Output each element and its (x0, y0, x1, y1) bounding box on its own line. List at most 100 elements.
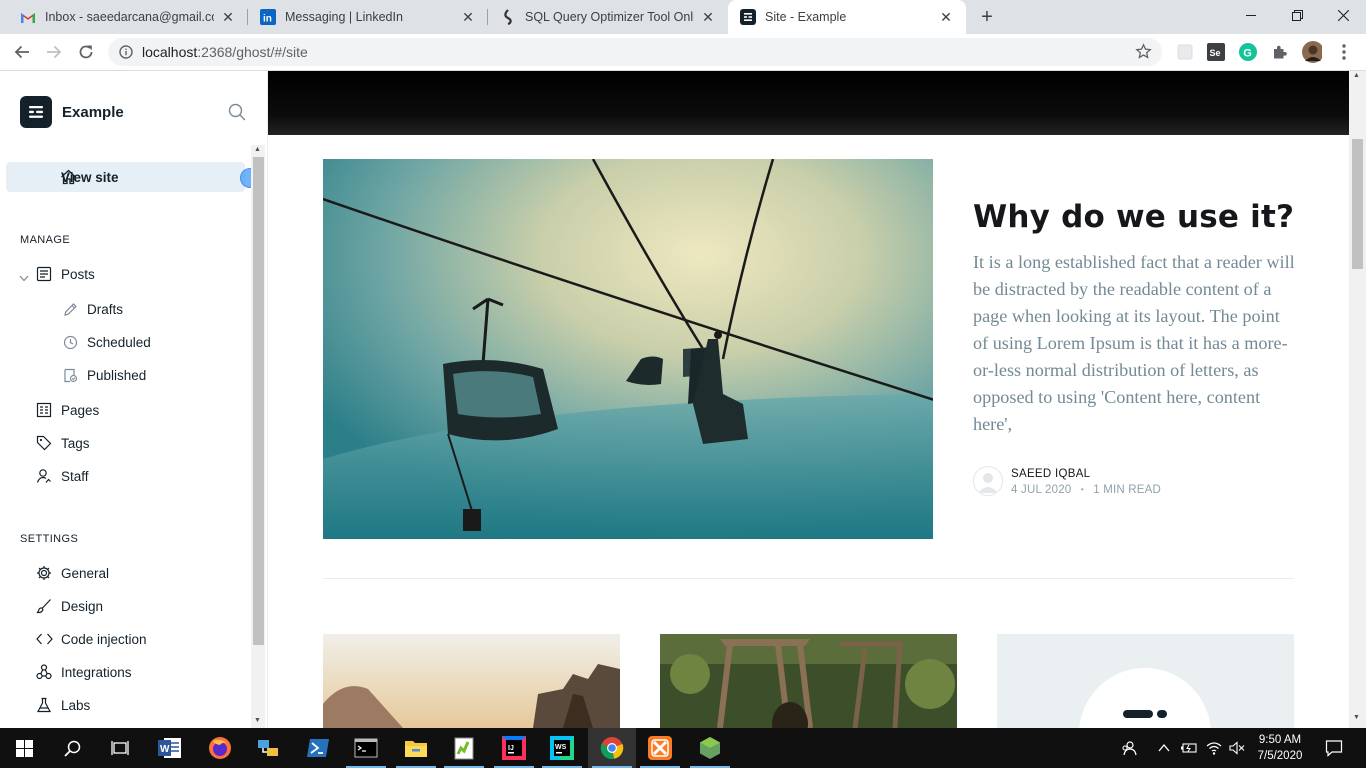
notepad-plus-plus-icon[interactable] (440, 728, 488, 768)
windows-start-icon[interactable] (0, 728, 48, 768)
staff-label: Staff (61, 468, 89, 484)
browser-menu-icon[interactable] (1334, 42, 1354, 62)
volume-muted-icon[interactable] (1226, 728, 1248, 768)
nav-staff[interactable]: Staff (35, 467, 89, 485)
word-icon[interactable]: W (146, 728, 194, 768)
people-icon[interactable] (1118, 728, 1140, 768)
grammarly-icon[interactable]: G (1238, 42, 1258, 62)
command-prompt-icon[interactable] (342, 728, 390, 768)
integrations-label: Integrations (61, 664, 132, 680)
nav-design[interactable]: Design (35, 597, 103, 615)
forward-icon[interactable] (41, 39, 67, 65)
selenium-extension-icon[interactable]: Se (1206, 42, 1226, 62)
drafts-label: Drafts (87, 301, 124, 317)
wifi-icon[interactable] (1203, 728, 1225, 768)
nav-drafts[interactable]: Drafts (61, 300, 123, 318)
post-date: 4 JUL 2020 (1011, 484, 1072, 496)
nodejs-icon[interactable] (686, 728, 734, 768)
author-name[interactable]: SAEED IQBAL (1011, 468, 1090, 480)
clock-date: 7/5/2020 (1257, 750, 1303, 762)
tab-site-example[interactable]: Site - Example ✕ (728, 0, 966, 34)
site-info-icon[interactable] (119, 45, 133, 64)
post-card-image[interactable] (323, 634, 620, 728)
nav-scheduled[interactable]: Scheduled (61, 333, 151, 351)
tab-title: SQL Query Optimizer Tool Online (525, 10, 694, 24)
svg-text:W: W (160, 744, 170, 755)
browser-tab-strip: Inbox - saeedarcana@gmail.com ✕ in Messa… (0, 0, 1366, 34)
author-avatar-icon[interactable] (973, 466, 1003, 496)
profile-avatar-icon[interactable] (1302, 41, 1322, 63)
new-tab-icon[interactable]: + (976, 6, 998, 28)
nav-view-site[interactable]: View site (6, 162, 245, 192)
scroll-down-icon[interactable]: ▼ (254, 717, 261, 724)
brand[interactable]: Example (20, 96, 124, 128)
post-card-image[interactable] (660, 634, 957, 728)
nav-code-injection[interactable]: Code injection (35, 630, 147, 648)
posts-label: Posts (61, 266, 95, 282)
chevron-down-icon[interactable] (19, 269, 29, 287)
bookmark-star-icon[interactable] (1135, 43, 1152, 65)
tab-title: Inbox - saeedarcana@gmail.com (45, 10, 214, 24)
intellij-icon[interactable]: IJ (490, 728, 538, 768)
restore-icon[interactable] (1274, 0, 1320, 30)
clock-time: 9:50 AM (1258, 734, 1302, 746)
nav-pages[interactable]: Pages (35, 401, 99, 419)
post-date-readtime: 4 JUL 2020 • 1 MIN READ (1011, 484, 1161, 496)
task-view-icon[interactable] (96, 728, 144, 768)
close-tab-icon[interactable]: ✕ (938, 9, 954, 25)
chevron-up-icon[interactable] (1154, 728, 1174, 768)
home-icon (60, 169, 77, 188)
pencil-icon (61, 300, 79, 318)
back-icon[interactable] (9, 39, 35, 65)
reload-icon[interactable] (73, 39, 99, 65)
nav-integrations[interactable]: Integrations (35, 663, 132, 681)
search-icon[interactable] (228, 103, 246, 126)
chrome-icon[interactable] (588, 728, 636, 768)
nav-general[interactable]: General (35, 564, 109, 582)
post-title[interactable]: Why do we use it? (973, 199, 1303, 235)
system-clock[interactable]: 9:50 AM 7/5/2020 (1250, 732, 1310, 764)
battery-icon[interactable] (1178, 728, 1200, 768)
notification-center-icon[interactable] (1320, 728, 1348, 768)
tab-linkedin[interactable]: in Messaging | LinkedIn ✕ (248, 0, 488, 34)
powershell-icon[interactable] (294, 728, 342, 768)
main-scroll-thumb[interactable] (1352, 139, 1363, 269)
close-tab-icon[interactable]: ✕ (460, 9, 476, 25)
sidebar-scroll-thumb[interactable] (253, 157, 264, 645)
flask-icon (35, 696, 53, 714)
nav-posts[interactable]: Posts (35, 265, 95, 283)
extension-placeholder-icon[interactable] (1175, 42, 1195, 62)
file-explorer-icon[interactable] (392, 728, 440, 768)
close-window-icon[interactable] (1320, 0, 1366, 30)
published-label: Published (87, 367, 147, 383)
nav-published[interactable]: Published (61, 366, 146, 384)
nav-tags[interactable]: Tags (35, 434, 90, 452)
labs-label: Labs (61, 697, 91, 713)
featured-post-image[interactable] (323, 159, 933, 539)
nav-labs[interactable]: Labs (35, 696, 90, 714)
scroll-up-icon[interactable]: ▲ (1353, 72, 1360, 79)
manage-section-label: MANAGE (20, 234, 71, 246)
tab-sql-optimizer[interactable]: SQL Query Optimizer Tool Online ✕ (488, 0, 728, 34)
firefox-icon[interactable] (196, 728, 244, 768)
network-tool-icon[interactable] (244, 728, 292, 768)
main-scrollbar[interactable]: ▲ ▼ (1349, 71, 1366, 728)
post-card-image[interactable] (997, 634, 1294, 728)
webstorm-icon[interactable]: WS (538, 728, 586, 768)
sidebar-scrollbar[interactable]: ▲ ▼ (251, 145, 265, 728)
tab-gmail[interactable]: Inbox - saeedarcana@gmail.com ✕ (8, 0, 248, 34)
scroll-up-icon[interactable]: ▲ (254, 146, 261, 153)
address-bar[interactable]: localhost:2368/ghost/#/site (108, 38, 1162, 66)
svg-text:in: in (263, 14, 272, 25)
tags-label: Tags (61, 435, 90, 451)
post-excerpt: It is a long established fact that a rea… (973, 252, 1295, 434)
close-tab-icon[interactable]: ✕ (220, 9, 236, 25)
scroll-down-icon[interactable]: ▼ (1353, 714, 1360, 721)
code-icon (35, 630, 53, 648)
sql-tool-icon (500, 9, 516, 25)
close-tab-icon[interactable]: ✕ (700, 9, 716, 25)
xampp-icon[interactable] (636, 728, 684, 768)
search-icon[interactable] (48, 728, 96, 768)
extensions-puzzle-icon[interactable] (1270, 42, 1290, 62)
minimize-icon[interactable] (1228, 0, 1274, 30)
